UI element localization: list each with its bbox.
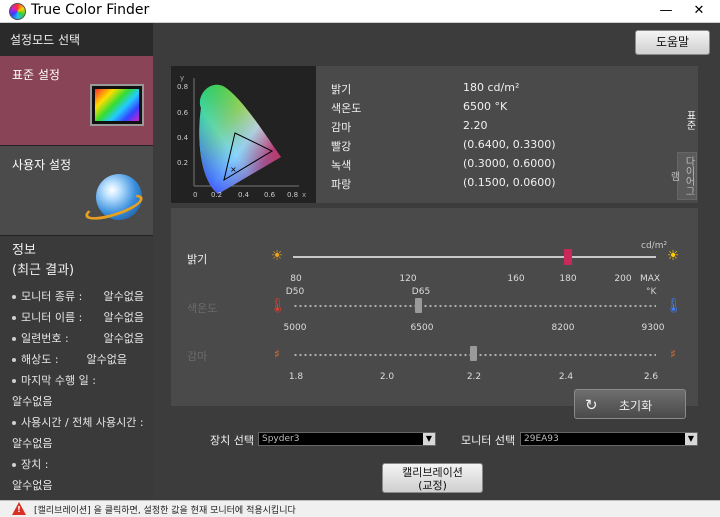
gamut-x-tick: 0.8 bbox=[287, 191, 298, 199]
brightness-unit: cd/m² bbox=[641, 241, 668, 251]
monitor-select-label: 모니터 선택 bbox=[461, 434, 516, 447]
gamut-x-tick: 0 bbox=[193, 191, 197, 199]
info-device-value: 알수없음 bbox=[12, 479, 53, 492]
minimize-button[interactable]: — bbox=[651, 0, 681, 23]
info-panel: × y 0.8 0.6 0.4 0.2 0 0.2 0.4 0.6 0.8 x … bbox=[171, 66, 698, 203]
window-title: True Color Finder bbox=[31, 2, 150, 18]
thermometer-cool-icon: 🌡 bbox=[665, 298, 683, 314]
mode-user-label: 사용자 설정 bbox=[12, 158, 72, 172]
info-usage-time-value: 알수없음 bbox=[12, 437, 53, 450]
color-temp-tick: 8200 bbox=[551, 323, 575, 333]
thermometer-warm-icon: 🌡 bbox=[269, 298, 287, 314]
chevron-down-icon: ▼ bbox=[685, 433, 697, 445]
gamma-tick: 2.2 bbox=[466, 372, 482, 382]
brightness-track[interactable] bbox=[293, 256, 656, 258]
sidebar: 설정모드 선택 표준 설정 사용자 설정 정보 (최근 결과) 모니터 종류 :… bbox=[0, 23, 153, 500]
gamma-tick: 1.8 bbox=[288, 372, 304, 382]
brightness-tick: MAX bbox=[639, 274, 661, 284]
color-temp-unit: °K bbox=[646, 287, 657, 297]
brightness-slider-handle[interactable] bbox=[564, 249, 572, 265]
sun-bright-icon: ☀ bbox=[666, 248, 680, 264]
gamut-x-tick: 0.6 bbox=[264, 191, 276, 199]
gamut-y-tick: 0.6 bbox=[177, 109, 189, 117]
brightness-tick: 120 bbox=[399, 274, 417, 284]
brightness-tick: 180 bbox=[559, 274, 577, 284]
gamma-high-icon: ♯ bbox=[670, 347, 676, 361]
gamma-tick: 2.6 bbox=[643, 372, 659, 382]
info-list: 모니터 종류 : 알수없음 모니터 이름 : 알수없음 일련번호 : 알수없음 해상도… bbox=[12, 288, 152, 498]
info-resolution: 해상도 : 알수없음 bbox=[12, 351, 152, 372]
color-temp-tick: 9300 bbox=[641, 323, 665, 333]
gamma-slider-handle[interactable] bbox=[470, 346, 477, 361]
color-temp-tick: 6500 bbox=[410, 323, 434, 333]
preset-d50: D50 bbox=[285, 287, 305, 297]
sun-dim-icon: ☀ bbox=[270, 248, 284, 264]
reset-label: 초기화 bbox=[619, 399, 653, 413]
tab-diagram[interactable]: 다이어그램 bbox=[668, 152, 697, 200]
status-bar: ! [캘리브레이션] 을 클릭하면, 설정한 값을 현재 모니터에 적용시킵니다 bbox=[0, 500, 720, 517]
brightness-tick: 160 bbox=[507, 274, 525, 284]
status-text: [캘리브레이션] 을 클릭하면, 설정한 값을 현재 모니터에 적용시킵니다 bbox=[34, 506, 296, 516]
chevron-down-icon: ▼ bbox=[423, 433, 435, 445]
preset-d65: D65 bbox=[411, 287, 431, 297]
color-temp-track[interactable] bbox=[293, 304, 656, 308]
info-device: 장치 : bbox=[12, 456, 152, 477]
gamma-label: 감마 bbox=[187, 350, 208, 363]
device-select[interactable]: Spyder3 ▼ bbox=[258, 432, 436, 446]
warning-icon: ! bbox=[12, 502, 26, 515]
reset-button[interactable]: ↻ 초기화 bbox=[574, 389, 686, 419]
monitor-select-value: 29EA93 bbox=[524, 434, 559, 444]
gamut-y-tick: 0.8 bbox=[177, 83, 188, 91]
gamma-tick: 2.0 bbox=[379, 372, 395, 382]
calibrate-button[interactable]: 캘리브레이션 (교정) bbox=[382, 463, 483, 493]
brightness-label: 밝기 bbox=[187, 253, 208, 266]
device-select-value: Spyder3 bbox=[262, 434, 300, 444]
color-temp-label: 색온도 bbox=[187, 302, 218, 315]
brightness-tick: 200 bbox=[614, 274, 632, 284]
gamut-x-tick: 0.2 bbox=[211, 191, 222, 199]
info-last-run: 마지막 수행 일 : bbox=[12, 372, 152, 393]
gamut-y-axis-label: y bbox=[180, 74, 184, 82]
gamut-y-tick: 0.2 bbox=[177, 159, 188, 167]
mode-user[interactable]: 사용자 설정 bbox=[0, 146, 153, 236]
info-usage-time: 사용시간 / 전체 사용시간 : bbox=[12, 414, 152, 435]
monitor-color-icon bbox=[90, 84, 144, 126]
info-last-run-value: 알수없음 bbox=[12, 395, 53, 408]
gamma-low-icon: ♯ bbox=[274, 347, 280, 361]
info-title: 정보 (최근 결과) bbox=[12, 243, 75, 278]
device-select-label: 장치 선택 bbox=[210, 434, 254, 447]
close-button[interactable]: ✕ bbox=[684, 0, 714, 23]
info-monitor-name: 모니터 이름 : 알수없음 bbox=[12, 309, 152, 330]
gamut-x-tick: 0.4 bbox=[238, 191, 250, 199]
cie-gamut-diagram: × y 0.8 0.6 0.4 0.2 0 0.2 0.4 0.6 0.8 x bbox=[171, 66, 316, 203]
adjustment-panel: 밝기 cd/m² ☀ ☀ 80 120 160 180 200 MAX 색온도 … bbox=[171, 208, 698, 419]
cie-gamut-svg: × y 0.8 0.6 0.4 0.2 0 0.2 0.4 0.6 0.8 x bbox=[177, 74, 306, 199]
title-bar: True Color Finder — ✕ bbox=[0, 0, 720, 23]
gamut-x-axis-label: x bbox=[302, 191, 306, 199]
mode-standard[interactable]: 표준 설정 bbox=[0, 56, 153, 146]
svg-text:×: × bbox=[230, 165, 237, 174]
info-serial: 일련번호 : 알수없음 bbox=[12, 330, 152, 351]
brightness-tick: 80 bbox=[290, 274, 302, 284]
color-temp-slider-handle[interactable] bbox=[415, 298, 422, 313]
help-button[interactable]: 도움말 bbox=[635, 30, 710, 55]
app-logo-icon bbox=[9, 3, 26, 20]
gamut-y-tick: 0.4 bbox=[177, 134, 189, 142]
reset-icon: ↻ bbox=[585, 396, 598, 414]
monitor-select[interactable]: 29EA93 ▼ bbox=[520, 432, 698, 446]
info-monitor-type: 모니터 종류 : 알수없음 bbox=[12, 288, 152, 309]
mode-standard-label: 표준 설정 bbox=[12, 68, 60, 82]
gamma-tick: 2.4 bbox=[558, 372, 574, 382]
tab-standard[interactable]: 표준 bbox=[677, 102, 697, 138]
mode-select-header: 설정모드 선택 bbox=[0, 23, 153, 56]
color-temp-tick: 5000 bbox=[283, 323, 307, 333]
main-frame: 설정모드 선택 표준 설정 사용자 설정 정보 (최근 결과) 모니터 종류 :… bbox=[0, 23, 720, 517]
